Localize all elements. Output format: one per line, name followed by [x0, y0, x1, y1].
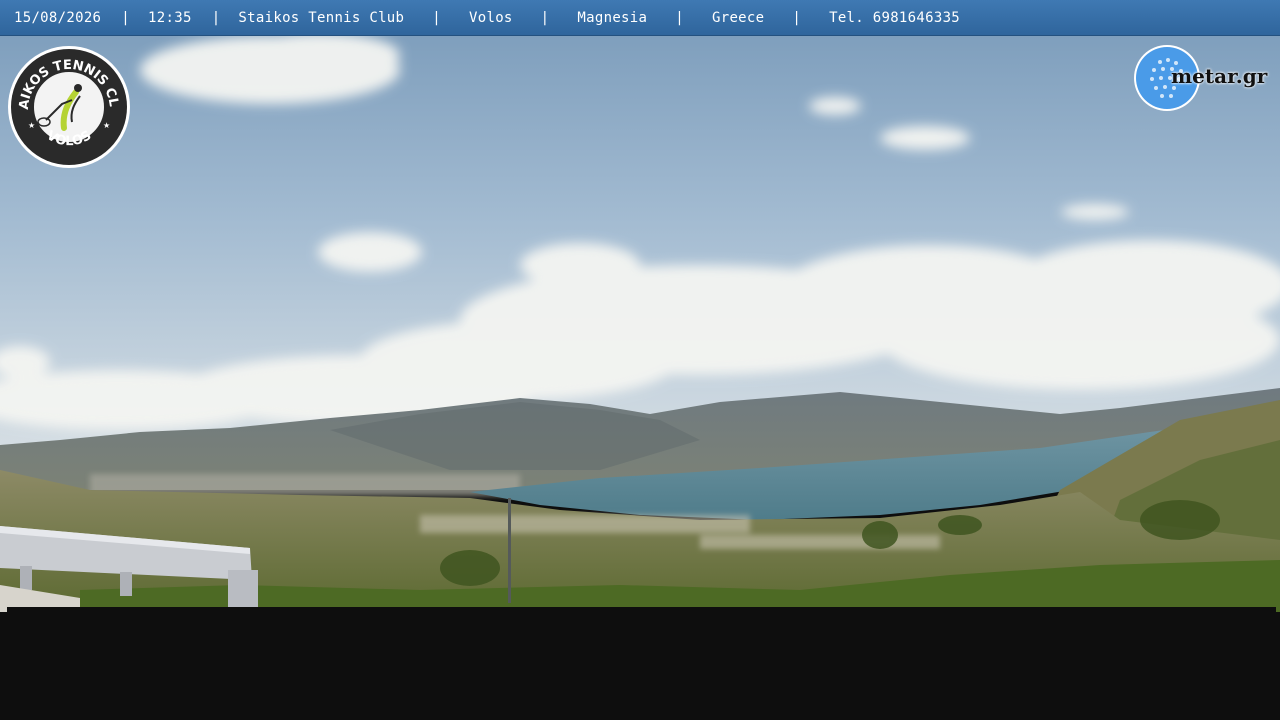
club-logo: STAIKOS TENNIS CLUB VOLOS ★ ★ — [6, 44, 130, 168]
time-text: 12:35 — [148, 9, 192, 26]
region-text: Magnesia — [577, 9, 648, 26]
place-text: Staikos Tennis Club — [238, 9, 405, 26]
info-bar: 15/08/2026 | 12:35 | Staikos Tennis Club… — [0, 0, 1280, 36]
metar-brand-text: metar.gr — [1171, 64, 1268, 88]
separator: | — [540, 9, 550, 26]
overlay-panel — [7, 607, 1276, 717]
separator: | — [675, 9, 684, 26]
lamp-pole — [508, 498, 511, 603]
separator: | — [121, 9, 131, 26]
separator: | — [432, 9, 442, 26]
separator: | — [211, 9, 221, 26]
country-text: Greece — [711, 9, 765, 26]
separator: | — [792, 9, 802, 26]
svg-text:★: ★ — [103, 121, 110, 130]
date-text: 15/08/2026 — [14, 9, 102, 26]
city-text: Volos — [469, 9, 513, 26]
svg-text:★: ★ — [28, 121, 35, 130]
phone-text: Tel. 6981646335 — [829, 9, 961, 26]
